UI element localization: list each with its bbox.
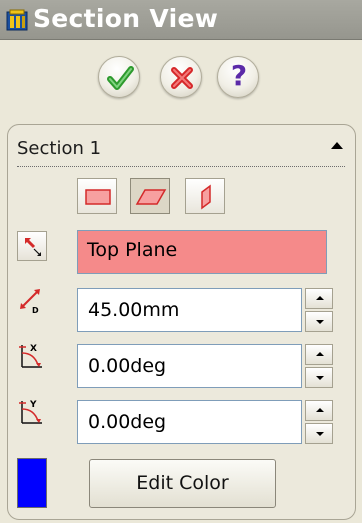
top-plane-button[interactable] [130,178,170,214]
spin-down-button[interactable] [305,423,333,444]
y-rotation-icon: Y [19,400,42,424]
question-icon: ? [230,59,248,92]
help-button[interactable]: ? [217,56,259,98]
spin-up-button[interactable] [305,344,333,365]
up-arrow-icon [316,408,324,412]
collapse-up-arrow-icon[interactable] [331,142,343,149]
edit-color-button[interactable]: Edit Color [89,459,276,508]
x-rotation-icon: X [19,344,42,368]
cancel-button[interactable] [160,56,202,98]
down-arrow-icon [316,376,324,380]
reverse-direction-button[interactable] [17,231,47,261]
divider [17,166,345,167]
offset-distance-icon: D [20,289,40,315]
ok-button[interactable] [98,56,140,98]
color-swatch[interactable] [17,458,47,508]
x-icon [171,67,193,89]
x-rotation-input[interactable]: 0.00deg [77,344,302,388]
section-header: Section 1 [17,138,102,159]
offset-distance-input[interactable]: 45.00mm [77,288,302,332]
title-bar: Section View [0,0,362,40]
x-rotation-spinner[interactable] [305,344,333,388]
section-panel: Section 1 Top Plane D 45.00mm X 0.00deg … [7,124,356,520]
reference-plane-field[interactable]: Top Plane [77,230,327,274]
reverse-direction-icon [25,238,41,256]
svg-text:D: D [32,306,39,315]
spin-up-button[interactable] [305,288,333,309]
down-arrow-icon [316,320,324,324]
offset-distance-spinner[interactable] [305,288,333,332]
front-plane-button[interactable] [77,178,117,214]
front-plane-icon [85,189,111,205]
section-view-icon [6,9,28,31]
y-rotation-spinner[interactable] [305,400,333,444]
window-title: Section View [33,4,219,33]
right-plane-button[interactable] [185,178,225,214]
up-arrow-icon [316,352,324,356]
spin-down-button[interactable] [305,367,333,388]
spin-down-button[interactable] [305,311,333,332]
up-arrow-icon [316,296,324,300]
spin-up-button[interactable] [305,400,333,421]
right-plane-icon [201,184,211,210]
check-icon [107,66,134,90]
svg-text:X: X [30,344,37,354]
y-rotation-input[interactable]: 0.00deg [77,400,302,444]
top-plane-icon [135,189,167,205]
svg-text:Y: Y [29,400,37,410]
down-arrow-icon [316,432,324,436]
